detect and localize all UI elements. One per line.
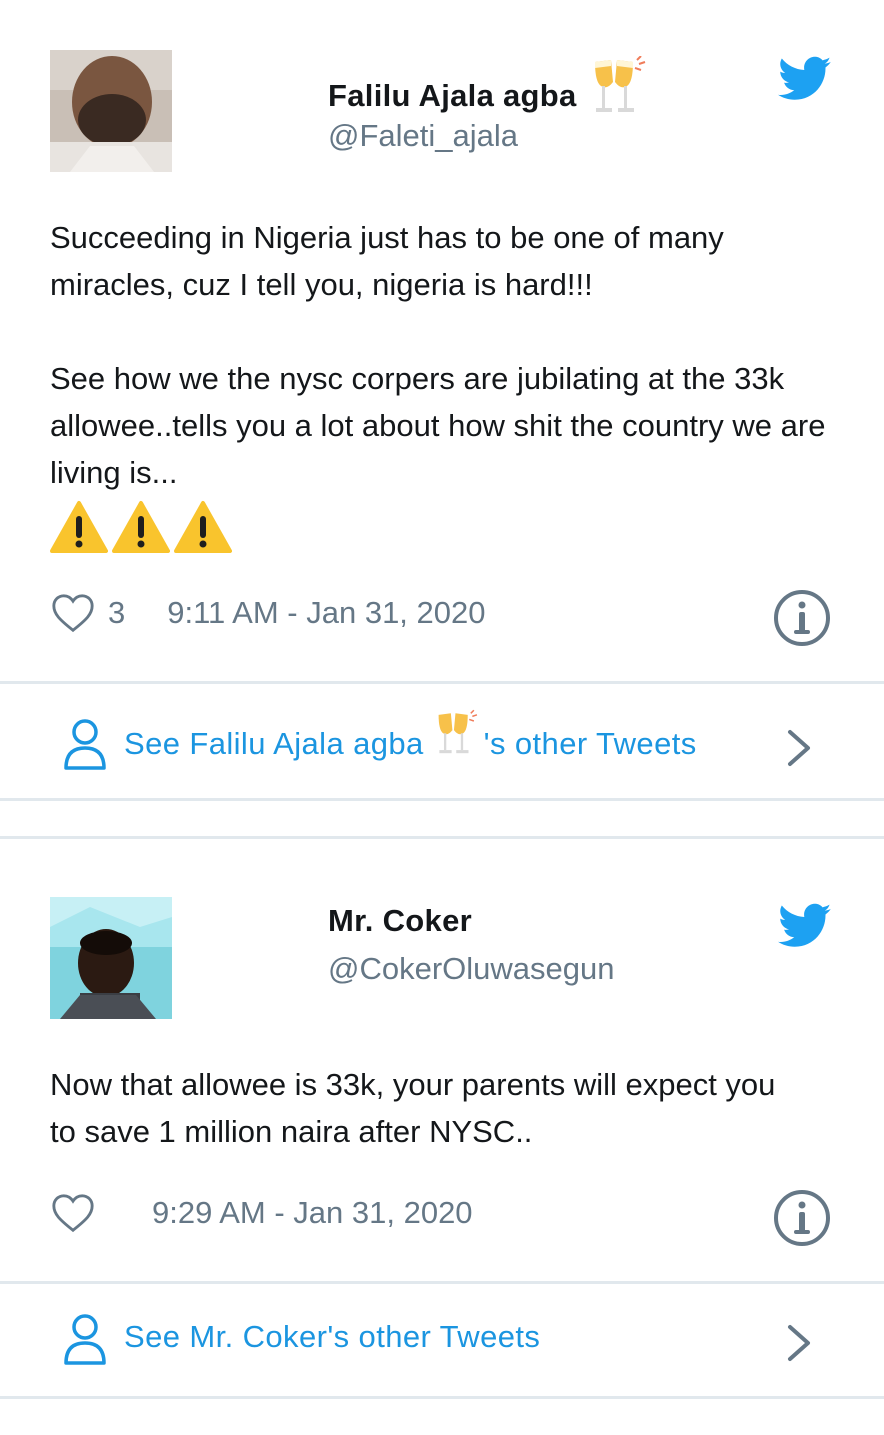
tweet-meta: 9:29 AM - Jan 31, 2020 [50,1188,473,1238]
twitter-bird-icon[interactable] [778,56,832,102]
chevron-right-icon [788,1325,810,1361]
person-icon [64,1314,106,1365]
warning-icon [174,501,232,553]
see-other-tweets-link[interactable]: See Falilu Ajala agba 's other Tweets [0,709,884,780]
see-other-tweets-label: See Mr. Coker's other Tweets [124,1319,541,1354]
author-name[interactable]: Mr. Coker [328,903,472,939]
like-count: 3 [108,595,126,630]
divider [0,798,884,801]
tweet-card: Mr. Coker @CokerOluwasegun Now that allo… [0,845,884,1283]
divider [0,681,884,684]
info-icon[interactable] [772,1188,832,1248]
clinking-glasses-icon [434,708,480,768]
see-other-tweets-link[interactable]: See Mr. Coker's other Tweets [0,1305,884,1375]
chevron-right-icon [788,730,810,766]
tweet-card: Falilu Ajala agba @Faleti_ajala Succeedi… [0,0,884,683]
see-other-tweets-label: See Falilu Ajala agba 's other Tweets [124,709,697,768]
tweet-text: Succeeding in Nigeria just has to be one… [50,220,826,490]
author-name-text: Falilu Ajala agba [328,78,577,114]
author-handle[interactable]: @CokerOluwasegun [328,951,615,987]
warning-icon [50,501,108,553]
divider [0,836,884,839]
author-handle[interactable]: @Faleti_ajala [328,118,518,154]
avatar[interactable] [50,50,172,172]
see-other-suffix: 's other Tweets [483,726,697,762]
twitter-bird-icon[interactable] [778,903,832,949]
avatar[interactable] [50,897,172,1019]
heart-icon[interactable] [50,590,96,636]
timestamp[interactable]: 9:29 AM - Jan 31, 2020 [152,1195,473,1231]
person-icon [64,719,106,770]
see-other-prefix: See Falilu Ajala agba [124,726,424,762]
clinking-glasses-icon [589,55,649,126]
emoji-row [50,500,232,554]
info-icon[interactable] [772,588,832,648]
divider [0,1281,884,1284]
timestamp[interactable]: 9:11 AM - Jan 31, 2020 [167,595,485,631]
warning-icon [112,501,170,553]
tweet-text: Now that allowee is 33k, your parents wi… [50,1067,776,1149]
divider [0,1396,884,1399]
tweet-meta: 3 9:11 AM - Jan 31, 2020 [50,588,486,638]
heart-icon[interactable] [50,1190,96,1236]
